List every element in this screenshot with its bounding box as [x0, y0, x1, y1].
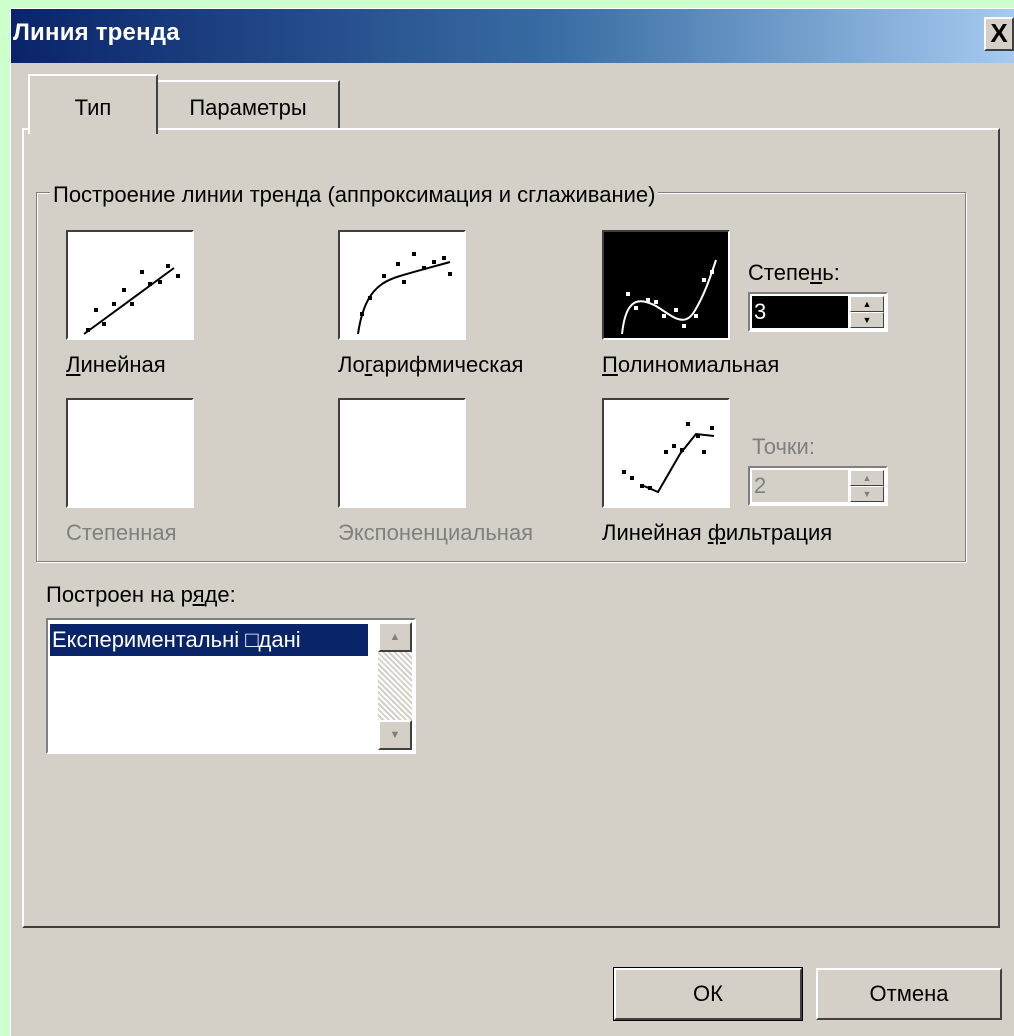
power-trend-label: Степенная	[66, 520, 177, 545]
poly-trend-option[interactable]	[602, 230, 730, 340]
log-trend-option[interactable]	[338, 230, 466, 340]
tab-type-label: Тип	[74, 95, 112, 120]
close-icon: X	[990, 18, 1008, 48]
arrow-down-icon: ▼	[389, 729, 401, 741]
degree-label: Степень:	[748, 260, 840, 285]
list-item[interactable]: Експериментальні □дані	[50, 624, 368, 656]
cancel-button[interactable]: Отмена	[816, 968, 1002, 1020]
points-label: Точки:	[752, 434, 815, 459]
series-scrollbar[interactable]: ▲ ▼	[378, 622, 412, 750]
tab-parameters-label: Параметры	[189, 95, 307, 120]
close-button[interactable]: X	[984, 17, 1014, 51]
points-up-button[interactable]: ▲	[850, 470, 884, 486]
linear-trend-label: Линейная	[66, 352, 166, 377]
arrow-up-icon: ▲	[862, 299, 872, 309]
moving-average-icon	[622, 422, 715, 494]
tab-type[interactable]: Тип	[28, 74, 158, 134]
series-label: Построен на ряде:	[46, 582, 236, 607]
degree-value[interactable]: 3	[752, 296, 848, 328]
poly-trend-icon	[621, 259, 717, 335]
arrow-down-icon: ▼	[862, 489, 872, 499]
poly-trend-label: Полиномиальная	[602, 352, 780, 377]
series-listbox[interactable]: Експериментальні □дані ▲ ▼	[46, 618, 416, 754]
trend-type-group-legend: Построение линии тренда (аппроксимация и…	[50, 182, 659, 208]
filter-trend-label: Линейная фильтрация	[602, 520, 833, 545]
points-spinner[interactable]: 2 ▲ ▼	[748, 466, 888, 506]
power-trend-option[interactable]	[66, 398, 194, 508]
log-trend-icon	[357, 252, 452, 335]
degree-up-button[interactable]: ▲	[850, 296, 884, 312]
scroll-down-button[interactable]: ▼	[378, 720, 412, 750]
arrow-down-icon: ▼	[862, 315, 872, 325]
exp-trend-option[interactable]	[338, 398, 466, 508]
degree-down-button[interactable]: ▼	[850, 312, 884, 328]
degree-spinner[interactable]: 3 ▲ ▼	[748, 292, 888, 332]
points-down-button[interactable]: ▼	[850, 486, 884, 502]
linear-trend-icon	[83, 264, 180, 335]
points-value[interactable]: 2	[752, 470, 848, 502]
log-trend-label: Логарифмическая	[338, 352, 524, 377]
dialog-title: Линия тренда	[13, 19, 180, 46]
ok-button[interactable]: ОК	[613, 967, 803, 1021]
scroll-up-button[interactable]: ▲	[378, 622, 412, 652]
title-bar[interactable]: Линия тренда X	[11, 9, 1014, 63]
linear-trend-option[interactable]	[66, 230, 194, 340]
arrow-up-icon: ▲	[389, 631, 401, 643]
tab-parameters[interactable]: Параметры	[158, 80, 340, 130]
filter-trend-option[interactable]	[602, 398, 730, 508]
exp-trend-label: Экспоненциальная	[338, 520, 534, 545]
arrow-up-icon: ▲	[862, 473, 872, 483]
